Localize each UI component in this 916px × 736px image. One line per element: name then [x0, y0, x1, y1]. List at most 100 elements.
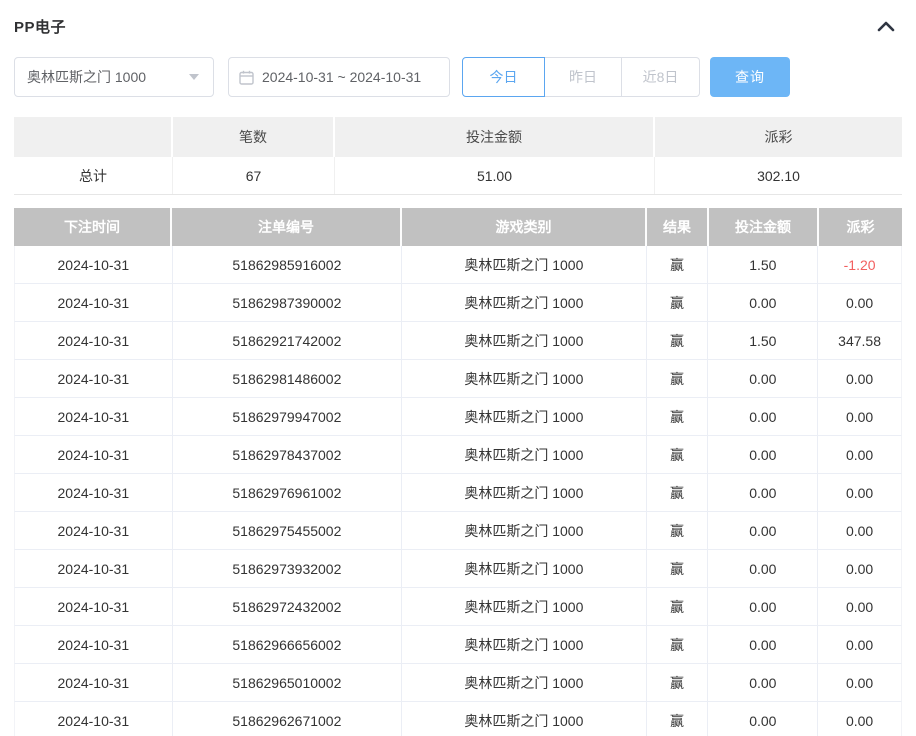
table-row: 2024-10-3151862985916002奥林匹斯之门 1000赢1.50…	[14, 246, 902, 284]
yesterday-button[interactable]: 昨日	[545, 57, 622, 97]
order-id: 51862985916002	[173, 246, 402, 283]
summary-total-row: 总计 67 51.00 302.10	[14, 157, 902, 195]
payout: 0.00	[818, 702, 901, 736]
header-result: 结果	[647, 208, 709, 246]
payout: 0.00	[818, 284, 901, 321]
order-id: 51862966656002	[173, 626, 402, 663]
bet-amount: 0.00	[708, 512, 818, 549]
bet-amount: 0.00	[708, 436, 818, 473]
result: 赢	[647, 284, 709, 321]
bet-date: 2024-10-31	[15, 664, 173, 701]
bet-amount: 0.00	[708, 588, 818, 625]
table-row: 2024-10-3151862921742002奥林匹斯之门 1000赢1.50…	[14, 322, 902, 360]
game-name: 奥林匹斯之门 1000	[402, 246, 646, 283]
result: 赢	[647, 702, 709, 736]
game-name: 奥林匹斯之门 1000	[402, 322, 646, 359]
bet-amount: 0.00	[708, 284, 818, 321]
bet-amount: 0.00	[708, 702, 818, 736]
table-row: 2024-10-3151862981486002奥林匹斯之门 1000赢 0.00…	[14, 360, 902, 398]
panel-header: PP电子	[14, 0, 902, 38]
order-id: 51862978437002	[173, 436, 402, 473]
bet-date: 2024-10-31	[15, 322, 173, 359]
table-row: 2024-10-3151862972432002奥林匹斯之门 1000赢0.00…	[14, 588, 902, 626]
order-id: 51862962671002	[173, 702, 402, 736]
summary-total-bet-amount: 51.00	[335, 157, 655, 194]
payout: 0.00	[818, 512, 901, 549]
table-row: 2024-10-3151862962671002奥林匹斯之门 1000赢0.00…	[14, 702, 902, 736]
table-row: 2024-10-3151862975455002奥林匹斯之门 1000赢0.00…	[14, 512, 902, 550]
bet-amount: 0.00	[708, 626, 818, 663]
result: 赢	[647, 512, 709, 549]
result: 赢	[647, 246, 709, 283]
game-name: 奥林匹斯之门 1000	[402, 284, 646, 321]
game-name: 奥林匹斯之门 1000	[402, 626, 646, 663]
order-id: 51862981486002	[173, 360, 402, 397]
result: 赢	[647, 588, 709, 625]
game-name: 奥林匹斯之门 1000	[402, 398, 646, 435]
summary-header-payout: 派彩	[655, 117, 902, 157]
game-name: 奥林匹斯之门 1000	[402, 588, 646, 625]
header-bet-time: 下注时间	[14, 208, 172, 246]
table-row: 2024-10-3151862973932002奥林匹斯之门 1000赢0.00…	[14, 550, 902, 588]
collapse-chevron-up-icon[interactable]	[874, 14, 898, 38]
header-payout: 派彩	[819, 208, 902, 246]
bet-date: 2024-10-31	[15, 626, 173, 663]
payout: 0.00	[818, 360, 901, 397]
result: 赢	[647, 664, 709, 701]
pp-panel: PP电子 奥林匹斯之门 1000 2024-10-31 ~ 2024-10-31…	[0, 0, 916, 736]
summary-total-payout: 302.10	[655, 157, 902, 194]
bet-date: 2024-10-31	[15, 436, 173, 473]
game-name: 奥林匹斯之门 1000	[402, 702, 646, 736]
summary-header-count: 笔数	[173, 117, 335, 157]
game-name: 奥林匹斯之门 1000	[402, 474, 646, 511]
game-name: 奥林匹斯之门 1000	[402, 550, 646, 587]
bet-date: 2024-10-31	[15, 550, 173, 587]
game-select[interactable]: 奥林匹斯之门 1000	[14, 57, 214, 97]
bet-date: 2024-10-31	[15, 246, 173, 283]
date-range-value: 2024-10-31 ~ 2024-10-31	[262, 69, 421, 85]
bet-table: 下注时间 注单编号 游戏类别 结果 投注金额 派彩 2024-10-315186…	[14, 208, 902, 736]
game-name: 奥林匹斯之门 1000	[402, 360, 646, 397]
header-game-type: 游戏类别	[402, 208, 647, 246]
result: 赢	[647, 474, 709, 511]
table-row: 2024-10-3151862976961002奥林匹斯之门 1000赢0.00…	[14, 474, 902, 512]
bet-amount: 0.00	[708, 664, 818, 701]
payout: 0.00	[818, 664, 901, 701]
payout: 0.00	[818, 550, 901, 587]
bet-amount: 0.00	[708, 550, 818, 587]
order-id: 51862976961002	[173, 474, 402, 511]
order-id: 51862987390002	[173, 284, 402, 321]
payout: 0.00	[818, 436, 901, 473]
result: 赢	[647, 550, 709, 587]
last-8-days-button[interactable]: 近8日	[622, 57, 700, 97]
bet-amount: 1.50	[708, 322, 818, 359]
order-id: 51862973932002	[173, 550, 402, 587]
summary-header-bet-amount: 投注金额	[335, 117, 655, 157]
bet-date: 2024-10-31	[15, 702, 173, 736]
summary-table: 笔数 投注金额 派彩 总计 67 51.00 302.10	[14, 117, 902, 195]
header-order-id: 注单编号	[172, 208, 402, 246]
today-button[interactable]: 今日	[462, 57, 545, 97]
table-row: 2024-10-3151862987390002奥林匹斯之门 1000赢0.00…	[14, 284, 902, 322]
result: 赢	[647, 436, 709, 473]
order-id: 51862965010002	[173, 664, 402, 701]
quick-range-group: 今日 昨日 近8日	[462, 57, 700, 97]
query-button[interactable]: 查询	[710, 57, 790, 97]
calendar-icon	[239, 70, 254, 85]
bet-date: 2024-10-31	[15, 360, 173, 397]
payout: -1.20	[818, 246, 901, 283]
header-bet-amount: 投注金额	[709, 208, 819, 246]
date-range-picker[interactable]: 2024-10-31 ~ 2024-10-31	[228, 57, 450, 97]
payout: 347.58	[818, 322, 901, 359]
order-id: 51862979947002	[173, 398, 402, 435]
table-row: 2024-10-3151862966656002奥林匹斯之门 1000赢0.00…	[14, 626, 902, 664]
result: 赢	[647, 360, 709, 397]
bet-date: 2024-10-31	[15, 588, 173, 625]
payout: 0.00	[818, 626, 901, 663]
result: 赢	[647, 322, 709, 359]
panel-title: PP电子	[14, 16, 66, 37]
table-row: 2024-10-3151862979947002奥林匹斯之门 1000赢0.00…	[14, 398, 902, 436]
bet-amount: 0.00	[708, 474, 818, 511]
game-name: 奥林匹斯之门 1000	[402, 664, 646, 701]
game-select-value: 奥林匹斯之门 1000	[27, 67, 146, 87]
